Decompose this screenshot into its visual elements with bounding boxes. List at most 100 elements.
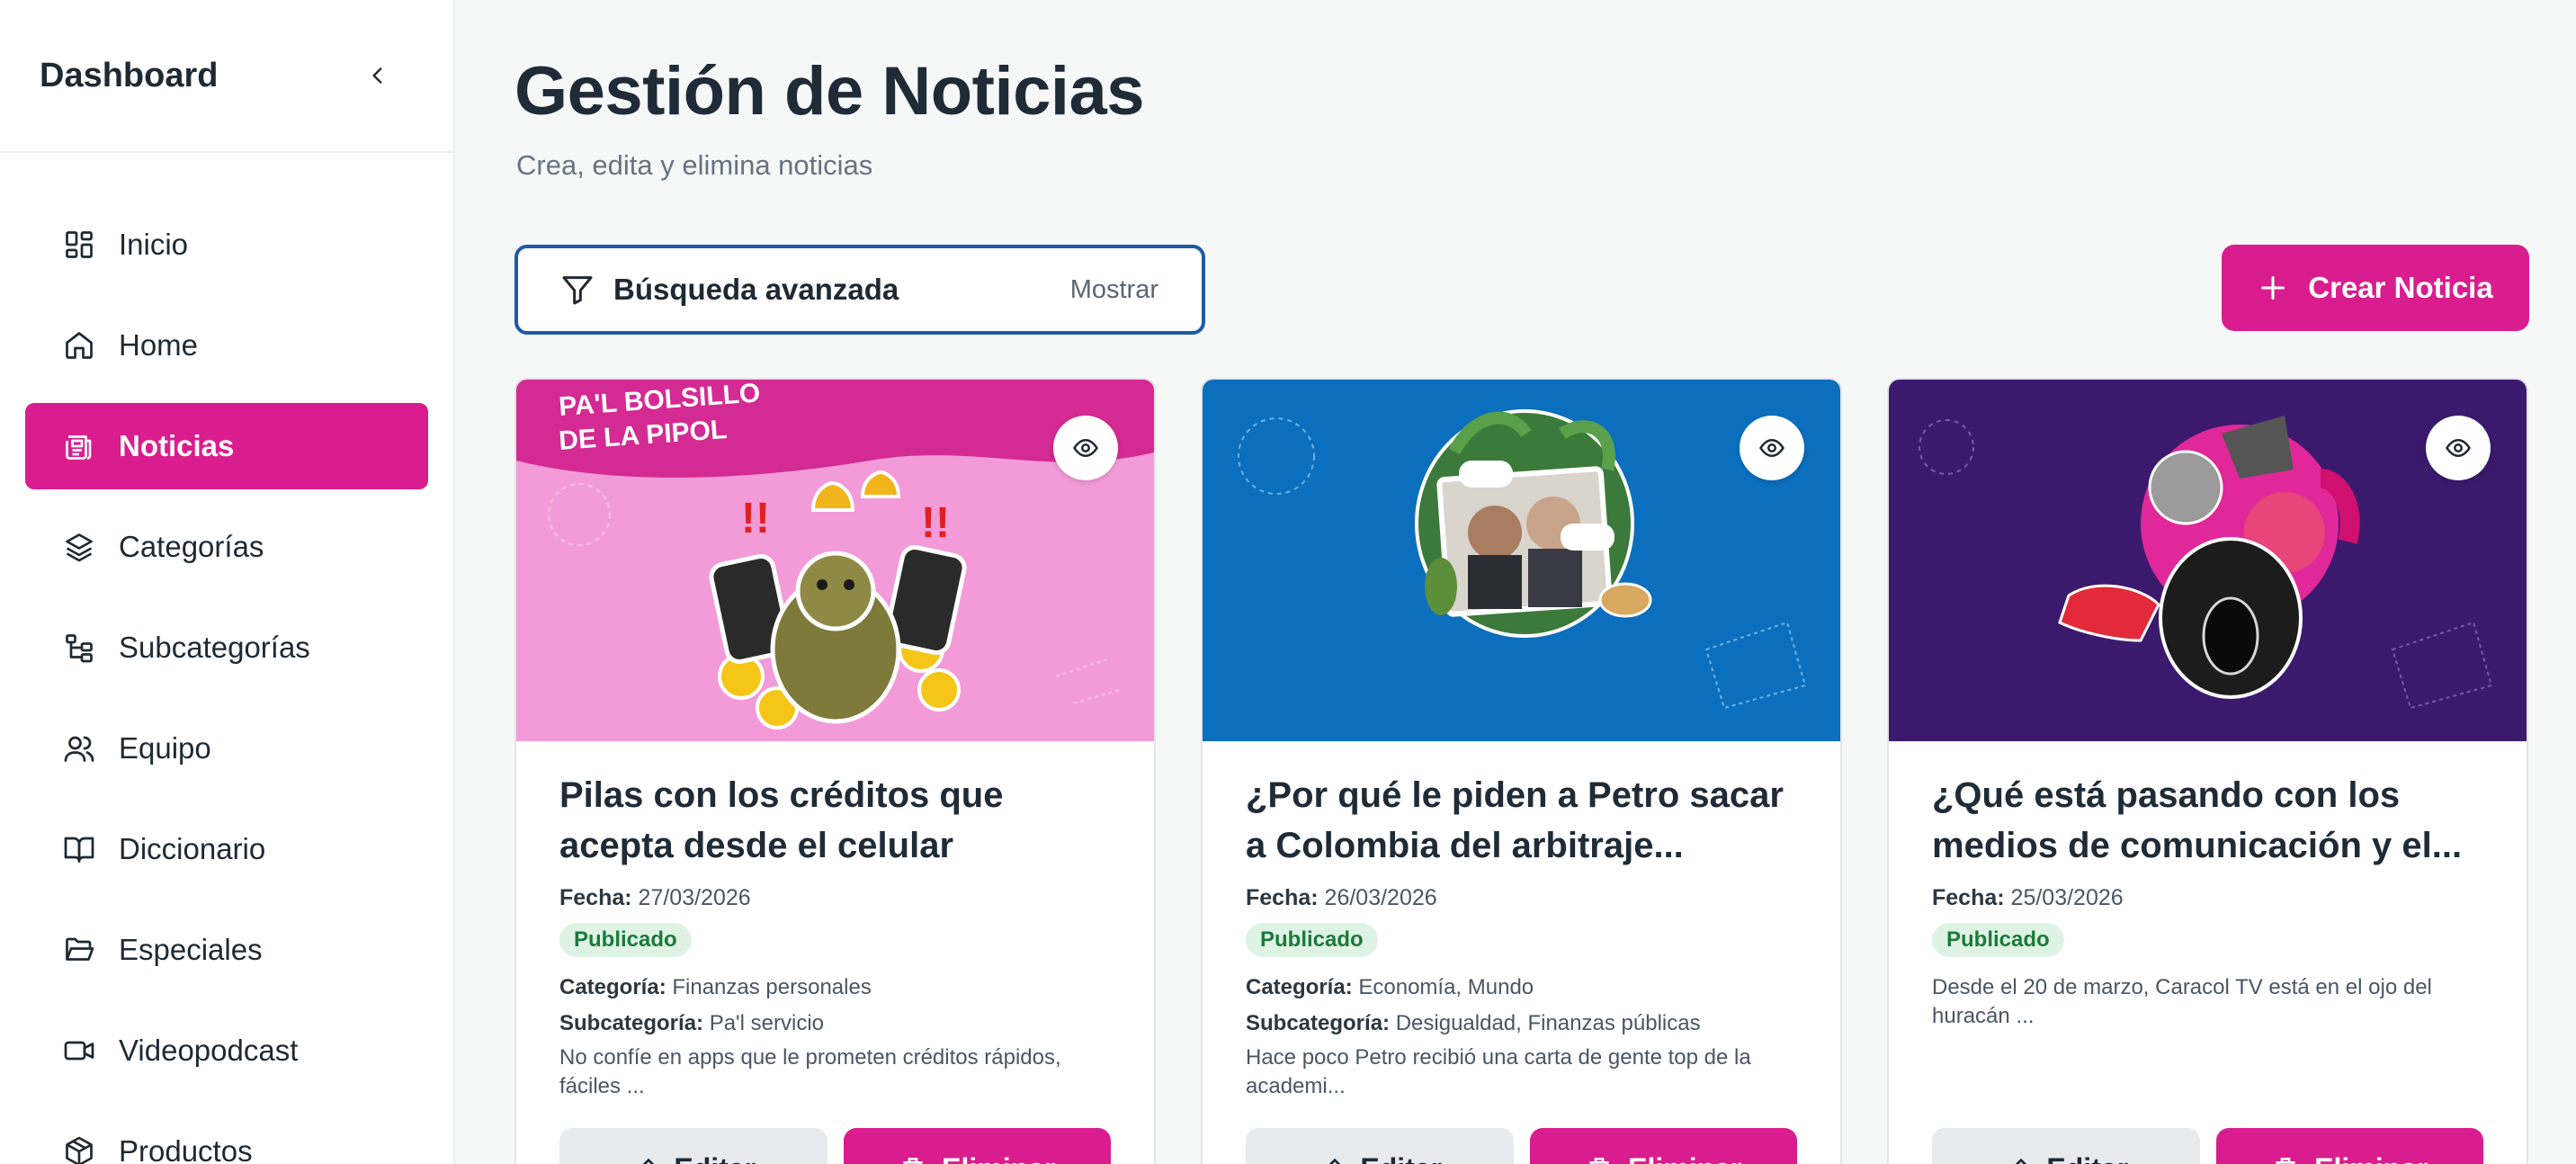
grid-icon — [61, 227, 97, 263]
news-category: Categoría: Economía, Mundo Subcategoría: … — [1246, 970, 1797, 1042]
news-card-image — [1203, 380, 1840, 741]
video-icon — [61, 1033, 97, 1069]
delete-button[interactable]: Eliminar — [1529, 1128, 1797, 1164]
news-card-body: Pilas con los créditos que acepta desde … — [516, 741, 1154, 1101]
advanced-search-toggle[interactable]: Búsqueda avanzada Mostrar — [514, 245, 1205, 335]
edit-button[interactable]: Editar — [559, 1128, 827, 1164]
date-value: 25/03/2026 — [2010, 885, 2124, 910]
delete-label: Eliminar — [942, 1152, 1055, 1164]
news-title: ¿Qué está pasando con los medios de comu… — [1932, 775, 2463, 865]
news-title: Pilas con los créditos que acepta desde … — [559, 775, 1004, 865]
news-excerpt: Desde el 20 de marzo, Caracol TV está en… — [1932, 975, 2432, 1028]
page-title: Gestión de Noticias — [514, 53, 1145, 130]
news-card: PA'L BOLSILLO DE LA PIPOL !! !! Pilas co… — [514, 378, 1156, 1164]
create-news-button[interactable]: Crear Noticia — [2222, 245, 2529, 331]
news-excerpt: Hace poco Petro recibió una carta de gen… — [1246, 1045, 1751, 1098]
sidebar-title: Dashboard — [40, 56, 219, 94]
card-actions: Editar Eliminar — [1932, 1128, 2483, 1164]
news-card-body: ¿Por qué le piden a Petro sacar a Colomb… — [1203, 741, 1840, 1101]
edit-label: Editar — [2046, 1152, 2128, 1164]
news-date: Fecha: 26/03/2026 — [1246, 880, 1797, 916]
news-date: Fecha: 25/03/2026 — [1932, 880, 2483, 916]
eye-icon — [1073, 438, 1098, 458]
pencil-icon — [2016, 1158, 2027, 1164]
book-icon — [61, 831, 97, 867]
trash-icon — [2276, 1158, 2295, 1164]
news-card-grid: PA'L BOLSILLO DE LA PIPOL !! !! Pilas co… — [514, 378, 2529, 1164]
date-value: 26/03/2026 — [1324, 885, 1437, 910]
sidebar: Dashboard Inicio Home Noticias Categoría… — [0, 0, 455, 1164]
date-value: 27/03/2026 — [638, 885, 751, 910]
news-card-image — [1889, 380, 2527, 741]
sidebar-item-label: Subcategorías — [119, 631, 310, 664]
delete-label: Eliminar — [2314, 1152, 2428, 1164]
sidebar-item-label: Categorías — [119, 530, 264, 563]
tree-icon — [61, 630, 97, 666]
category-label: Categoría: — [559, 975, 666, 999]
sidebar-item-categorias[interactable]: Categorías — [25, 504, 428, 590]
sidebar-item-label: Noticias — [119, 429, 235, 462]
sidebar-item-equipo[interactable]: Equipo — [25, 705, 428, 792]
subcategory-label: Subcategoría: — [1246, 1011, 1391, 1035]
sidebar-item-subcategorias[interactable]: Subcategorías — [25, 604, 428, 691]
card-actions: Editar Eliminar — [1246, 1128, 1797, 1164]
status-badge: Publicado — [559, 923, 692, 957]
delete-button[interactable]: Eliminar — [843, 1128, 1111, 1164]
sidebar-item-inicio[interactable]: Inicio — [25, 201, 428, 288]
folder-open-icon — [61, 932, 97, 968]
sidebar-item-label: Especiales — [119, 933, 263, 966]
preview-button[interactable] — [1053, 416, 1118, 480]
edit-label: Editar — [1360, 1152, 1442, 1164]
sidebar-item-label: Diccionario — [119, 832, 266, 865]
layers-icon — [61, 529, 97, 565]
show-filters-button[interactable]: Mostrar — [1070, 275, 1158, 305]
svg-text:!!: !! — [741, 495, 770, 542]
news-category: Categoría: Finanzas personales Subcategor… — [559, 970, 1111, 1042]
category-value: Economía, Mundo — [1358, 975, 1534, 999]
subcategory-label: Subcategoría: — [559, 1011, 704, 1035]
card-actions: Editar Eliminar — [559, 1128, 1111, 1164]
advanced-search-label: Búsqueda avanzada — [613, 273, 899, 306]
sidebar-item-diccionario[interactable]: Diccionario — [25, 806, 428, 892]
date-label: Fecha: — [1932, 885, 2005, 910]
sidebar-item-videopodcast[interactable]: Videopodcast — [25, 1007, 428, 1094]
edit-button[interactable]: Editar — [1932, 1128, 2200, 1164]
sidebar-item-noticias[interactable]: Noticias — [25, 403, 428, 489]
svg-text:!!: !! — [921, 499, 950, 547]
trash-icon — [903, 1158, 923, 1164]
filter-icon — [562, 276, 593, 305]
sidebar-item-label: Home — [119, 328, 199, 362]
home-icon — [61, 327, 97, 363]
category-value: Finanzas personales — [672, 975, 872, 999]
edit-label: Editar — [674, 1152, 756, 1164]
sidebar-item-label: Videopodcast — [119, 1034, 299, 1067]
delete-button[interactable]: Eliminar — [2215, 1128, 2483, 1164]
sidebar-item-label: Inicio — [119, 228, 189, 261]
date-label: Fecha: — [1246, 885, 1319, 910]
sidebar-item-especiales[interactable]: Especiales — [25, 907, 428, 993]
preview-button[interactable] — [1740, 416, 1804, 480]
category-label: Categoría: — [1246, 975, 1353, 999]
news-card-body: ¿Qué está pasando con los medios de comu… — [1889, 741, 2527, 1031]
sidebar-item-label: Productos — [119, 1134, 253, 1164]
collapse-sidebar-button[interactable] — [360, 58, 396, 94]
package-icon — [61, 1133, 97, 1164]
trash-icon — [1589, 1158, 1609, 1164]
sidebar-item-label: Equipo — [119, 731, 211, 765]
pencil-icon — [1329, 1158, 1341, 1164]
create-news-label: Crear Noticia — [2308, 271, 2493, 304]
pencil-icon — [643, 1158, 655, 1164]
news-card-image: PA'L BOLSILLO DE LA PIPOL !! !! — [516, 380, 1154, 741]
subcategory-value: Desigualdad, Finanzas públicas — [1395, 1011, 1701, 1035]
preview-button[interactable] — [2426, 416, 2491, 480]
chevron-left-icon — [372, 67, 382, 84]
news-excerpt: No confíe en apps que le prometen crédit… — [559, 1045, 1061, 1098]
newspaper-icon — [61, 428, 97, 464]
sidebar-item-home[interactable]: Home — [25, 302, 428, 389]
edit-button[interactable]: Editar — [1246, 1128, 1514, 1164]
status-badge: Publicado — [1246, 923, 1378, 957]
news-card: ¿Por qué le piden a Petro sacar a Colomb… — [1201, 378, 1842, 1164]
sidebar-item-productos[interactable]: Productos — [25, 1108, 428, 1164]
sidebar-nav: Inicio Home Noticias Categorías Subcateg… — [0, 153, 453, 1164]
sidebar-header: Dashboard — [0, 0, 453, 153]
